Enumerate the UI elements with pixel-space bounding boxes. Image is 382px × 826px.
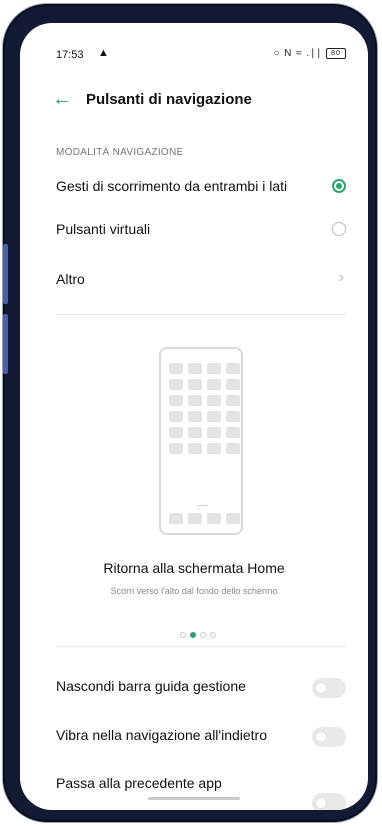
radio-unselected[interactable]	[332, 222, 346, 236]
illustration-title: Ritorna alla schermata Home	[103, 560, 285, 576]
app-icon	[207, 363, 221, 374]
app-icon	[188, 411, 202, 422]
option-label: Pulsanti virtuali	[56, 221, 151, 237]
app-icon	[169, 443, 183, 454]
dock-icon	[226, 513, 240, 524]
screen: 17:53 ▲ ○ N ≈ .∣∣ 80 ← Pulsanti di navig…	[20, 23, 368, 810]
radio-selected[interactable]	[332, 179, 346, 193]
page-dot[interactable]	[200, 632, 206, 638]
back-arrow-icon[interactable]: ←	[52, 85, 72, 113]
app-icon	[169, 411, 183, 422]
app-icon	[207, 443, 221, 454]
cloud-icon: ▲	[98, 47, 109, 59]
toggle-label: Vibra nella navigazione all'indietro	[56, 727, 267, 743]
app-icon	[188, 363, 202, 374]
page-title: Pulsanti di navigazione	[86, 91, 252, 108]
toggle-switch[interactable]	[312, 727, 346, 747]
app-icon	[188, 443, 202, 454]
illustration-subtitle: Scorri verso l'alto dal fondo dello sche…	[110, 586, 278, 596]
toggle-switch[interactable]	[312, 678, 346, 698]
app-icon	[226, 443, 240, 454]
dock-icon	[188, 513, 202, 524]
dock	[169, 513, 240, 524]
app-icon	[169, 395, 183, 406]
chevron-right-icon: ›	[338, 269, 344, 286]
status-bar: 17:53 ▲ ○ N ≈ .∣∣ 80	[20, 23, 368, 63]
page-dot[interactable]	[210, 632, 216, 638]
app-icon	[226, 379, 240, 390]
app-icon	[188, 379, 202, 390]
app-icon	[226, 411, 240, 422]
app-icon	[169, 379, 183, 390]
phone-frame: 17:53 ▲ ○ N ≈ .∣∣ 80 ← Pulsanti di navig…	[3, 4, 377, 822]
option-gestures[interactable]: Gesti di scorrimento da entrambi i lati	[56, 168, 346, 208]
option-virtual-buttons[interactable]: Pulsanti virtuali	[56, 211, 346, 251]
status-indicators: ○ N ≈ .∣∣ 80	[273, 48, 346, 59]
volume-button	[3, 244, 8, 304]
app-icon	[188, 427, 202, 438]
toggle-switch[interactable]	[312, 793, 346, 810]
toggle-row-hide-guide-bar[interactable]: Nascondi barra guida gestione	[56, 668, 346, 708]
app-grid	[169, 363, 240, 454]
option-other[interactable]: Altro ›	[56, 261, 346, 301]
toggle-label: Nascondi barra guida gestione	[56, 678, 246, 694]
section-label: MODALITÀ NAVIGAZIONE	[56, 147, 184, 158]
app-icon	[226, 363, 240, 374]
battery-icon: 80	[326, 48, 346, 59]
toggle-label: Passa alla precedente app	[56, 775, 222, 791]
dock-icon	[169, 513, 183, 524]
power-button	[3, 314, 8, 374]
app-icon	[207, 379, 221, 390]
status-icons-text: ○ N ≈ .∣∣	[273, 48, 323, 60]
app-icon	[226, 395, 240, 406]
page-dot-active[interactable]	[190, 632, 196, 638]
option-label: Altro	[56, 271, 85, 287]
phone-illustration	[159, 347, 243, 535]
dock-icon	[207, 513, 221, 524]
home-indicator[interactable]	[148, 797, 240, 800]
divider	[56, 646, 346, 647]
app-icon	[207, 395, 221, 406]
app-icon	[169, 363, 183, 374]
home-gesture-line	[197, 505, 207, 506]
app-icon	[169, 427, 183, 438]
toggle-row-vibrate-back[interactable]: Vibra nella navigazione all'indietro	[56, 717, 346, 757]
divider	[56, 314, 346, 315]
option-label: Gesti di scorrimento da entrambi i lati	[56, 178, 288, 194]
app-icon	[188, 395, 202, 406]
page-dot[interactable]	[180, 632, 186, 638]
app-icon	[226, 427, 240, 438]
status-time: 17:53	[56, 49, 84, 61]
app-header: ← Pulsanti di navigazione	[20, 85, 368, 121]
page-indicator	[180, 625, 220, 643]
app-icon	[207, 411, 221, 422]
app-icon	[207, 427, 221, 438]
